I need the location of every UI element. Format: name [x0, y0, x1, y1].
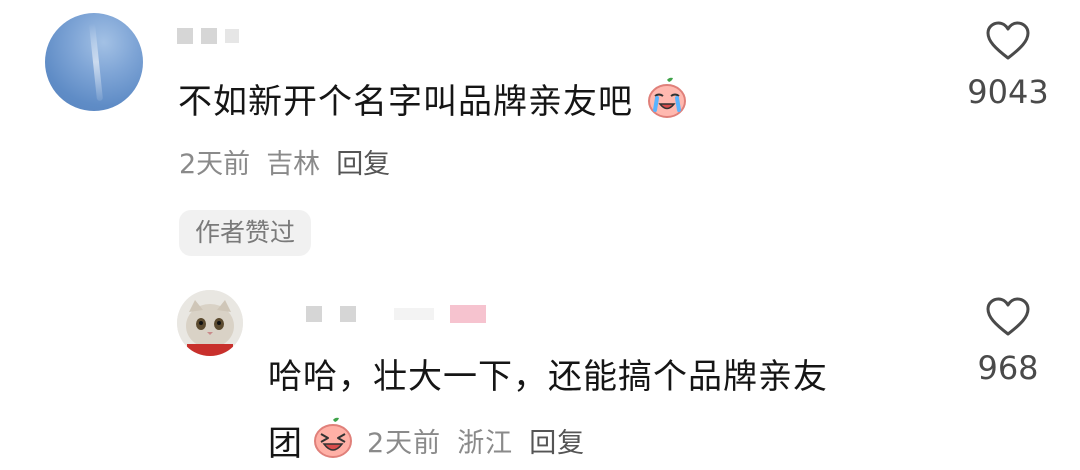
comment-location: 吉林 [266, 149, 321, 180]
reply-username-blurred[interactable] [306, 305, 486, 323]
crying-face-emoji [645, 76, 689, 131]
heart-icon[interactable] [985, 20, 1031, 62]
reply-text-line1: 哈哈，壮大一下，还能搞个品牌亲友 [268, 357, 828, 397]
reply-text-line2: 团 [268, 423, 303, 464]
avatar[interactable] [45, 13, 143, 111]
reply-avatar[interactable] [177, 290, 243, 356]
reply-like-button[interactable]: 968 [966, 296, 1050, 388]
comment-meta: 2天前 吉林 回复 [179, 148, 390, 182]
reply-location: 浙江 [457, 427, 514, 459]
reply-reply-button[interactable]: 回复 [529, 427, 585, 461]
reply-meta: 2天前 浙江 回复 [367, 427, 585, 461]
reply-time: 2天前 [367, 427, 442, 459]
reply-text-line2-row: 团 2天前 浙江 回复 [268, 416, 585, 470]
like-count: 9043 [967, 73, 1049, 111]
comment-thread: 不如新开个名字叫品牌亲友吧 2天前 吉林 回复 作者赞过 9043 哈哈，壮大一… [0, 0, 1080, 470]
comment-time: 2天前 [179, 149, 251, 180]
author-liked-badge: 作者赞过 [179, 210, 312, 256]
like-button[interactable]: 9043 [966, 20, 1050, 112]
comment-text: 不如新开个名字叫品牌亲友吧 [178, 76, 689, 131]
reply-button[interactable]: 回复 [336, 148, 390, 182]
comment-text-content: 不如新开个名字叫品牌亲友吧 [178, 82, 633, 122]
reply-text: 哈哈，壮大一下，还能搞个品牌亲友 [268, 355, 828, 399]
cat-avatar-image [177, 290, 243, 356]
heart-icon[interactable] [985, 296, 1031, 338]
username-blurred[interactable] [177, 28, 239, 44]
laughing-face-emoji [311, 416, 355, 470]
reply-like-count: 968 [977, 349, 1039, 387]
